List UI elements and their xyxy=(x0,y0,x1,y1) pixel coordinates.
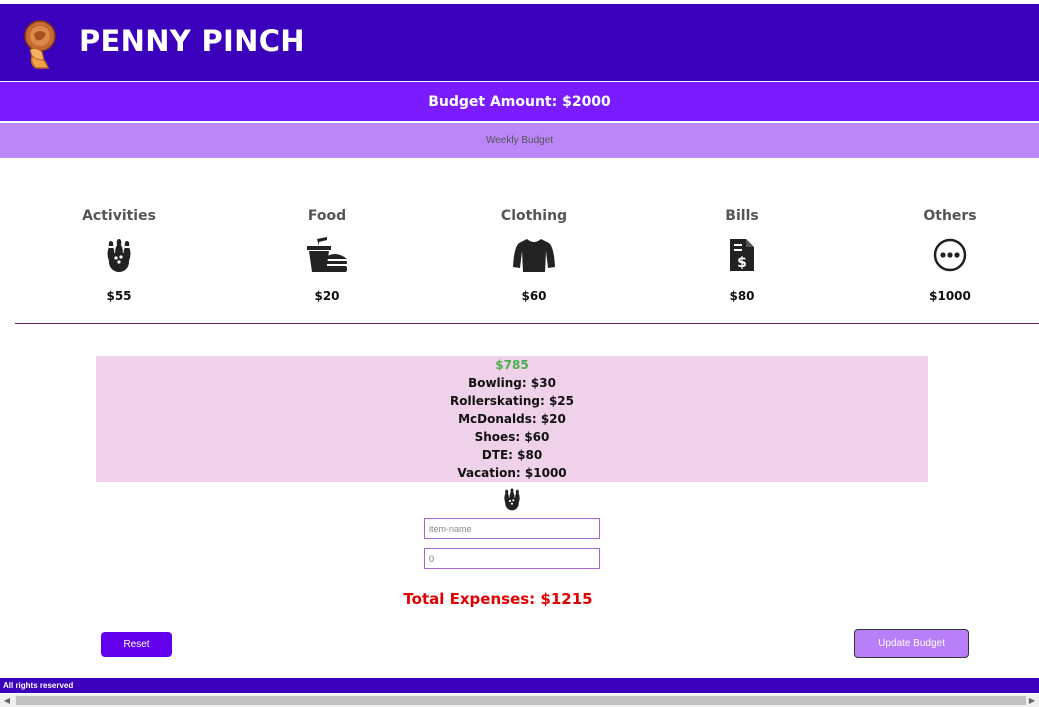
remaining-balance: $785 xyxy=(495,358,529,372)
app-title: PENNY PINCH xyxy=(79,24,305,58)
total-expenses: Total Expenses: $1215 xyxy=(403,590,593,608)
more-icon xyxy=(933,238,967,272)
scroll-thumb[interactable] xyxy=(16,696,1026,705)
category-amount: $20 xyxy=(314,289,340,303)
shirt-icon xyxy=(513,239,555,272)
category-name: Activities xyxy=(82,208,156,224)
app-header: PENNY PINCH xyxy=(0,4,1039,81)
update-budget-button[interactable]: Update Budget xyxy=(854,629,969,658)
category-bills[interactable]: Bills $ $80 xyxy=(672,205,812,303)
section-divider xyxy=(15,323,1039,324)
category-name: Others xyxy=(923,208,977,224)
list-item: McDonalds: $20 xyxy=(458,412,566,426)
bowling-icon xyxy=(107,239,131,272)
scroll-left-icon[interactable]: ◀ xyxy=(0,694,14,707)
category-name: Clothing xyxy=(500,208,568,224)
bowling-icon xyxy=(504,488,520,511)
bill-icon: $ xyxy=(730,239,754,271)
horizontal-scrollbar[interactable]: ◀ ▶ xyxy=(0,694,1039,707)
list-item: DTE: $80 xyxy=(481,448,543,462)
category-clothing[interactable]: Clothing $60 xyxy=(464,205,604,303)
scroll-right-icon[interactable]: ▶ xyxy=(1025,694,1039,707)
amount-input[interactable] xyxy=(424,548,600,569)
list-item: Vacation: $1000 xyxy=(457,466,567,480)
budget-period: Weekly Budget xyxy=(0,123,1039,158)
list-item: Bowling: $30 xyxy=(468,376,556,390)
reset-button[interactable]: Reset xyxy=(101,632,172,657)
list-item: Rollerskating: $25 xyxy=(450,394,574,408)
item-name-input[interactable] xyxy=(424,518,600,539)
budget-amount: Budget Amount: $2000 xyxy=(0,82,1039,121)
category-amount: $1000 xyxy=(929,289,971,303)
category-amount: $55 xyxy=(106,289,132,303)
svg-text:$: $ xyxy=(737,255,747,271)
expense-list: $785 Bowling: $30 Rollerskating: $25 McD… xyxy=(96,356,928,482)
category-amount: $80 xyxy=(729,289,755,303)
category-activities[interactable]: Activities $55 xyxy=(49,205,189,303)
category-name: Bills xyxy=(725,208,759,224)
footer: All rights reserved xyxy=(0,678,1039,693)
list-item: Shoes: $60 xyxy=(474,430,550,444)
category-others[interactable]: Others $1000 xyxy=(880,205,1020,303)
category-list: Activities $55 Food $20 Clothing $60 Bil… xyxy=(0,205,1039,310)
category-name: Food xyxy=(307,208,347,224)
fastfood-icon xyxy=(307,237,347,272)
category-amount: $60 xyxy=(521,289,547,303)
penny-logo-icon xyxy=(24,20,56,69)
category-food[interactable]: Food $20 xyxy=(257,205,397,303)
